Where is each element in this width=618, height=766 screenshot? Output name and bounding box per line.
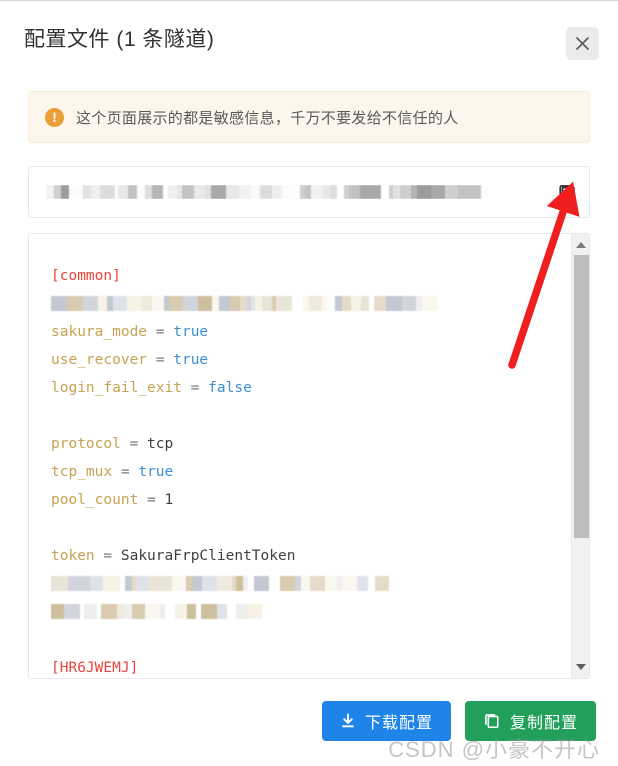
code-config-line: pool_count = 1 (51, 486, 569, 514)
config-code-panel[interactable]: [common] sakura_mode = true use_recover = … (28, 233, 590, 679)
close-button[interactable] (566, 27, 599, 60)
code-redacted-line (51, 598, 569, 626)
code-key: token (51, 548, 95, 564)
page-title: 配置文件 (1 条隧道) (24, 28, 215, 52)
download-config-button[interactable]: 下载配置 (321, 701, 451, 741)
code-config-line: sakura_mode = true (51, 318, 569, 346)
code-equals: = (120, 436, 148, 452)
sensitive-info-warning-banner: ! 这个页面展示的都是敏感信息，千万不要发给不信任的人 (28, 91, 590, 143)
scroll-down-button[interactable] (572, 658, 589, 676)
mosaic-redaction (51, 604, 262, 619)
code-redacted-line (51, 290, 569, 318)
code-key: sakura_mode (51, 324, 148, 340)
copy-icon (558, 184, 575, 201)
code-value: true (138, 464, 174, 480)
code-value: 1 (164, 492, 174, 508)
dialog-header: 配置文件 (1 条隧道) (0, 1, 618, 79)
code-key: pool_count (51, 492, 139, 508)
dialog-footer: 下载配置 复制配置 (0, 701, 618, 766)
warning-text: 这个页面展示的都是敏感信息，千万不要发给不信任的人 (76, 109, 459, 127)
scroll-up-arrow-icon (576, 242, 586, 248)
scroll-up-button[interactable] (572, 236, 589, 254)
code-section-header: [HR6JWEMJ] (51, 654, 569, 678)
code-value: false (208, 380, 252, 396)
code-key: tcp_mux (51, 464, 113, 480)
code-equals: = (147, 324, 174, 340)
mosaic-redaction (51, 296, 438, 311)
code-value: tcp (147, 436, 174, 452)
code-config-line: login_fail_exit = false (51, 374, 569, 402)
redacted-url-value (46, 185, 537, 199)
copy-url-button[interactable] (545, 167, 589, 217)
code-config-line: tcp_mux = true (51, 458, 569, 486)
code-equals: = (181, 380, 209, 396)
code-config-line: use_recover = true (51, 346, 569, 374)
code-section-text: [HR6JWEMJ] (51, 660, 139, 676)
code-config-line: token = SakuraFrpClientToken (51, 542, 569, 570)
code-equals: = (112, 464, 139, 480)
code-scrollbar[interactable] (571, 234, 589, 678)
code-key: protocol (51, 436, 121, 452)
download-icon (342, 713, 354, 728)
close-icon (576, 37, 589, 50)
config-file-dialog: 配置文件 (1 条隧道) ! 这个页面展示的都是敏感信息，千万不要发给不信任的人… (0, 0, 618, 766)
code-equals: = (138, 492, 165, 508)
scrollbar-thumb[interactable] (574, 255, 589, 538)
scroll-down-arrow-icon (576, 664, 586, 670)
code-equals: = (147, 352, 174, 368)
warning-exclamation-icon: ! (45, 107, 64, 127)
mosaic-redaction (51, 576, 389, 591)
download-config-label: 下载配置 (364, 715, 433, 732)
mosaic-redaction (46, 185, 537, 199)
copy-config-button[interactable]: 复制配置 (464, 701, 596, 741)
code-section-text: [common] (51, 268, 121, 284)
code-section-header: [common] (51, 262, 569, 290)
code-value: SakuraFrpClientToken (120, 548, 296, 564)
code-value: true (173, 324, 209, 340)
code-equals: = (94, 548, 121, 564)
copy-config-label: 复制配置 (509, 715, 578, 732)
code-key: login_fail_exit (51, 380, 182, 396)
code-redacted-line (51, 570, 569, 598)
code-value: true (173, 352, 209, 368)
copy-icon (485, 714, 499, 729)
config-code-content: [common] sakura_mode = true use_recover = … (29, 234, 569, 678)
config-url-field[interactable] (28, 166, 590, 218)
code-key: use_recover (51, 352, 148, 368)
code-config-line: protocol = tcp (51, 430, 569, 458)
